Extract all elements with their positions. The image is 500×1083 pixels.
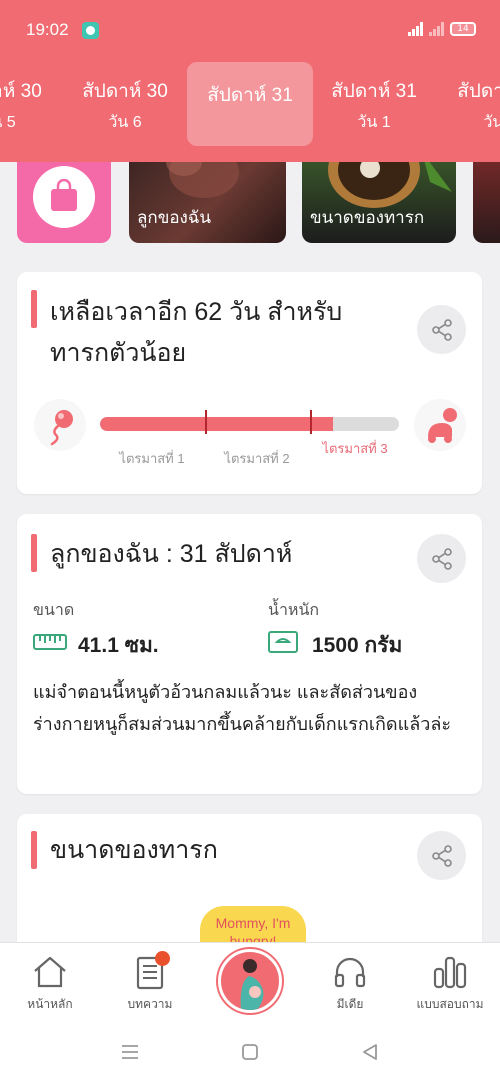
trimester-3-label: ไตรมาสที่ 3 [322,441,388,456]
share-icon [432,548,452,570]
weight-label: น้ำหนัก [268,602,320,619]
countdown-card: เหลือเวลาอีก 62 วัน สำหรับ ทารกตัวน้อย ไ… [17,272,482,494]
shortcut-row: ลูกของฉัน ขนาดของทารก [0,152,500,244]
nav-label: แบบสอบถาม [416,997,484,1011]
trimester-1-label: ไตรมาสที่ 1 [119,451,185,466]
survey-icon [433,956,467,989]
tab-day-label: วัน 6 [108,114,142,131]
tab-week-30-day-6[interactable]: สัปดาห์ 30 วัน 6 [62,62,188,146]
countdown-title: เหลือเวลาอีก 62 วัน สำหรับ ทารกตัวน้อย [50,292,342,374]
trimester-divider [205,410,207,434]
ruler-icon [33,634,67,650]
tab-week-label: สัปดาห์ 31 [331,81,417,102]
shortcut-label: ลูกของฉัน [137,208,212,227]
tab-week-label: สัปดาห์ 30 [0,81,42,102]
baby-description: แม่จำตอนนี้หนูตัวอ้วนกลมแล้วนะ และสัดส่ว… [33,682,452,734]
nav-media[interactable]: มีเดีย [310,943,390,1023]
share-button[interactable] [417,305,466,354]
pregnancy-center-button[interactable] [218,949,282,1013]
back-icon[interactable] [358,1042,382,1062]
trimester-2-label: ไตรมาสที่ 2 [224,451,290,466]
card-accent-bar [31,831,37,869]
share-button[interactable] [417,534,466,583]
scale-icon [268,631,298,653]
baby-size-shortcut[interactable]: ขนาดของทารก [302,152,456,243]
baby-info-title: ลูกของฉัน : 31 สัปดาห์ [50,540,293,568]
sperm-icon [34,399,86,451]
size-label: ขนาด [33,602,75,619]
tab-week-label: สัปดาห์ 31 [207,85,293,106]
share-icon [432,845,452,867]
headphones-icon [334,957,366,988]
tab-day-label: วัน 5 [0,114,16,131]
pregnancy-icon [240,959,264,1010]
header: 19:02 14 สัปดาห์ 30 วัน 5 สัปดาห์ 30 วัน… [0,0,500,162]
battery-icon: 14 [450,22,476,36]
nav-survey[interactable]: แบบสอบถาม [410,943,490,1023]
bag-icon [33,166,95,228]
baby-size-title: ขนาดของทารก [50,836,218,864]
crawling-baby-icon [414,399,466,451]
share-button[interactable] [417,831,466,880]
nav-label: หน้าหลัก [27,997,73,1011]
countdown-title-line1: เหลือเวลาอีก 62 วัน สำหรับ [50,298,343,326]
shop-shortcut[interactable] [17,152,111,243]
status-time: 19:02 [26,20,69,39]
system-navigation-bar [0,1022,500,1083]
week-tabs: สัปดาห์ 30 วัน 5 สัปดาห์ 30 วัน 6 สัปดาห… [0,62,500,146]
tab-week-30-day-5[interactable]: สัปดาห์ 30 วัน 5 [0,62,62,146]
trimester-divider [310,410,312,434]
notification-badge [155,951,170,966]
countdown-title-line2: ทารกตัวน้อย [50,339,187,367]
signal-icon [408,22,423,36]
tab-week-31-day-1[interactable]: สัปดาห์ 31 วัน 1 [311,62,437,146]
notification-app-icon [82,22,99,39]
tab-week-31[interactable]: สัปดาห์ 31 [187,62,313,146]
more-shortcut[interactable] [473,152,500,243]
nav-label: มีเดีย [336,997,364,1011]
tab-week-label: สัปดาห์ 30 [82,81,168,102]
home-button-icon[interactable] [238,1042,262,1062]
baby-info-card: ลูกของฉัน : 31 สัปดาห์ ขนาด 41.1 ซม. น้ำ… [17,514,482,794]
weight-value: 1500 กรัม [312,634,403,657]
tab-week-31-day-2[interactable]: สัปดาห์ 31 วัน 2 [437,62,500,146]
tab-week-label: สัปดาห์ 31 [457,81,500,102]
nav-home[interactable]: หน้าหลัก [10,943,90,1023]
home-icon [34,956,66,988]
signal-icon-2 [429,22,444,36]
card-accent-bar [31,534,37,572]
status-bar: 19:02 14 [0,0,500,62]
recent-apps-icon[interactable] [118,1042,142,1062]
pregnancy-progress-bar [100,417,399,431]
shortcut-label: ขนาดของทารก [310,208,425,227]
my-baby-shortcut[interactable]: ลูกของฉัน [129,152,286,243]
bottom-navigation: หน้าหลัก บทความ มีเดีย แบบสอบถาม [0,942,500,1022]
card-accent-bar [31,290,37,328]
size-value: 41.1 ซม. [78,634,159,657]
tab-day-label: วัน 2 [483,114,500,131]
tab-day-label: วัน 1 [357,114,391,131]
nav-articles[interactable]: บทความ [110,943,190,1023]
status-icons: 14 [408,22,476,36]
nav-label: บทความ [127,997,173,1011]
share-icon [432,319,452,341]
progress-fill [100,417,334,431]
